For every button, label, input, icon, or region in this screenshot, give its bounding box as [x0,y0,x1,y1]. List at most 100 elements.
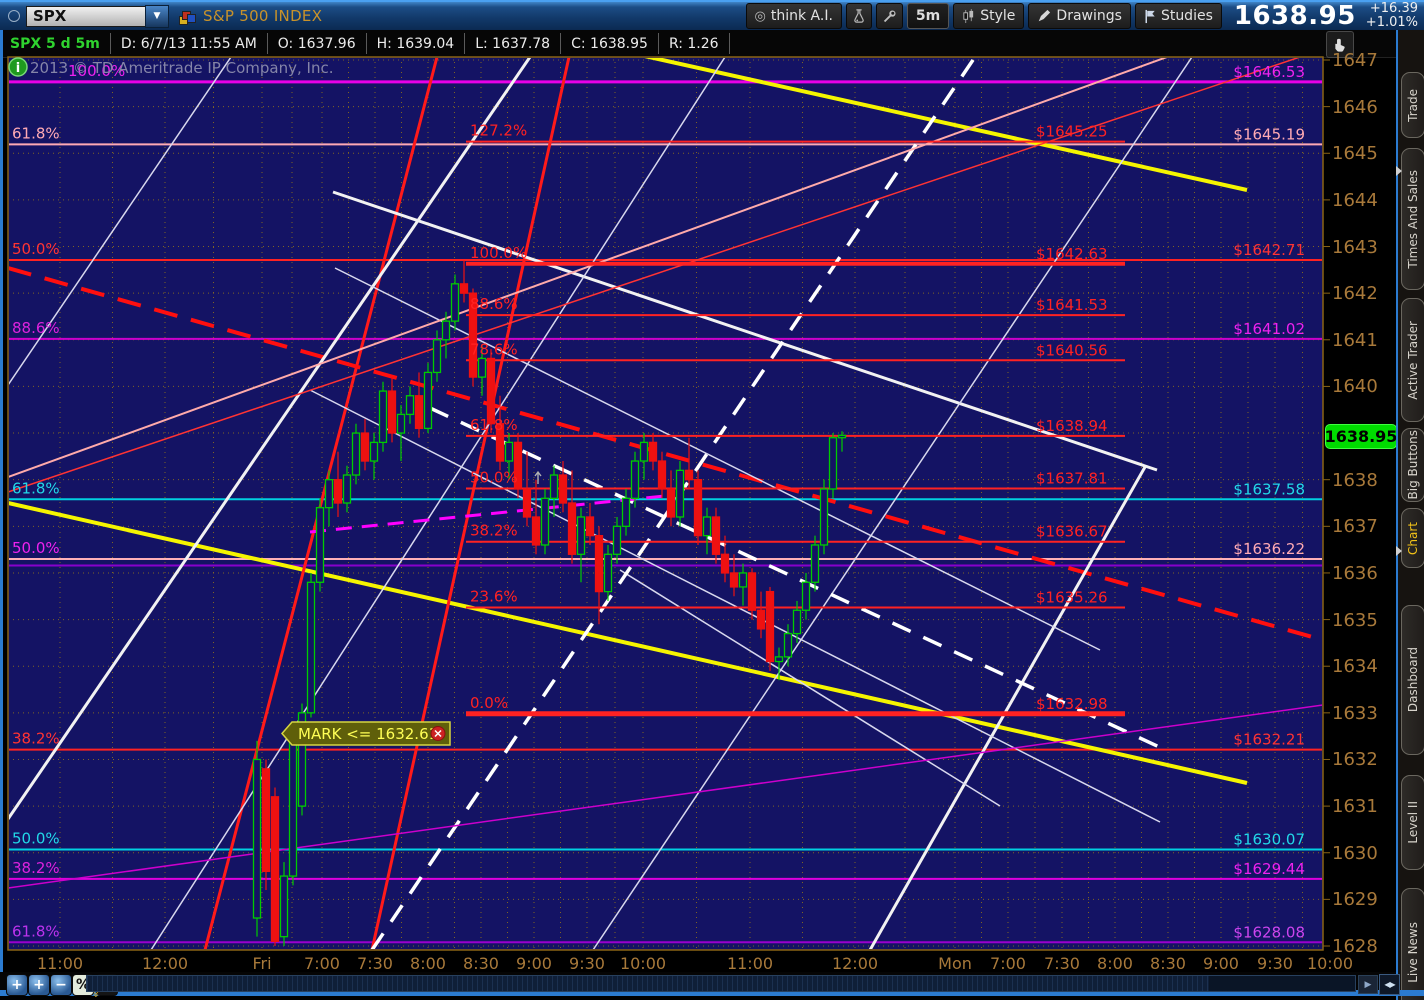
price-level-label: $1646.53 [1233,63,1305,81]
price-level-label: $1637.81 [1036,470,1108,488]
sidebar-tab-chart[interactable]: Chart [1401,508,1424,568]
candle-body [432,339,442,374]
price-tick-label: 1645 [1332,143,1378,165]
sidebar-tab-label: Dashboard [1406,647,1420,713]
scroll-right-button[interactable]: ▶ [1358,975,1378,994]
time-tick-label: Fri [252,954,272,973]
candle-body [711,516,721,555]
sidebar-tab-times-and-sales[interactable]: Times And Sales [1401,148,1424,290]
time-tick-label: 7:00 [990,954,1026,973]
candle-body [360,432,370,462]
candle-body [396,413,406,434]
candle-body [387,390,397,434]
scrollbar-thumb[interactable] [87,976,1209,991]
candle-body [729,572,739,588]
candle-body [558,474,568,504]
price-level-label: $1642.63 [1036,245,1108,263]
price-level-label: $1640.56 [1036,341,1108,359]
candle-body [333,479,343,504]
time-tick-label: 10:00 [619,954,667,973]
price-tick-label: 1647 [1332,50,1378,71]
price-tick-label: 1641 [1332,329,1378,351]
candle-body [252,758,262,919]
candle-body [702,516,712,537]
fib-pct-label: 23.6% [470,587,518,605]
price-tick-label: 1634 [1332,656,1378,678]
candle-body [585,516,595,537]
candle-body [288,740,298,877]
sidebar-tab-big-buttons[interactable]: Big Buttons [1401,428,1424,502]
expand-chevron-icon[interactable]: « [89,991,102,998]
candle-body [756,609,766,630]
price-tick-label: 1630 [1332,842,1378,864]
candle-body [423,371,433,430]
candle-body [567,502,577,555]
fib-pct-label: 50.0% [12,829,60,847]
sidebar-tab-active-trader[interactable]: Active Trader [1401,298,1424,422]
candle-body [603,553,613,593]
sidebar-tab-label: Big Buttons [1406,430,1420,500]
price-level-label: $1635.26 [1036,588,1108,606]
candle-body [738,572,748,588]
time-tick-label: 11:00 [726,954,774,973]
candle-body [639,441,649,462]
sidebar-tab-live-news[interactable]: Live News [1401,888,1424,1000]
sidebar-tab-level-ii[interactable]: Level II [1401,775,1424,870]
candle-body [351,432,361,476]
time-tick-label: 9:30 [569,954,605,973]
fib-pct-label: 100.0% [470,244,527,262]
candle-body [531,516,541,546]
price-tick-label: 1637 [1332,516,1378,538]
sidebar-tab-label: Active Trader [1406,320,1420,400]
mark-alert-text: MARK <= 1632.61 [298,725,438,743]
chart-canvas[interactable]: 100.0% $1646.53 61.8% $1645.19 50.0% $1642.71… [0,0,1424,1000]
zoom-out-button[interactable]: − [50,974,72,996]
candle-body [675,469,685,518]
price-tick-label: 1638 [1332,469,1378,491]
candle-body [459,283,469,294]
candle-body [720,553,730,574]
candle-body [522,488,532,518]
sidebar-tab-label: Times And Sales [1406,169,1420,269]
candle-body [648,441,658,462]
candle-body [378,390,388,444]
price-tick-label: 1643 [1332,236,1378,258]
price-tick-label: 1633 [1332,702,1378,724]
candle-body [630,460,640,499]
time-scrollbar[interactable] [86,975,1356,992]
zoom-in-button[interactable]: + [28,974,50,996]
time-tick-label: 7:00 [304,954,340,973]
time-tick-label: 9:00 [1203,954,1239,973]
fib-pct-label: 38.2% [12,859,60,877]
candle-body [783,632,793,658]
price-level-label: $1638.94 [1036,417,1108,435]
candle-body [657,460,667,490]
sidebar-tab-dashboard[interactable]: Dashboard [1401,605,1424,755]
price-tick-label: 1642 [1332,283,1378,305]
axis-splitter-button[interactable]: ◀▶ [1379,974,1400,995]
price-tick-label: 1631 [1332,796,1378,818]
sidebar-tab-label: Chart [1406,521,1420,555]
price-level-label: $1630.07 [1233,830,1305,848]
price-level-label: $1645.25 [1036,123,1108,141]
panel-collapse-arrow-icon[interactable] [1396,166,1402,176]
price-tick-label: 1636 [1332,562,1378,584]
candle-body [684,469,694,481]
fib-pct-label: 50.0% [12,240,60,258]
candle-body [837,434,847,439]
pan-button[interactable]: + [6,974,28,996]
time-tick-label: 11:00 [36,954,84,973]
candle-body [801,581,811,611]
sidebar-tab-trade[interactable]: Trade [1401,72,1424,138]
current-price-bubble: 1638.95 [1325,424,1397,449]
fib-pct-label: 88.6% [470,295,518,313]
candle-body [792,609,802,635]
time-tick-label: 8:30 [1150,954,1186,973]
panel-collapse-arrow-icon[interactable] [1396,546,1402,556]
fib-pct-label: 88.6% [12,319,60,337]
sidebar-tab-label: Trade [1406,88,1420,122]
price-tick-label: 1632 [1332,749,1378,771]
candle-body [504,441,514,462]
fib-pct-label: 61.8% [470,416,518,434]
candle-body [810,544,820,583]
